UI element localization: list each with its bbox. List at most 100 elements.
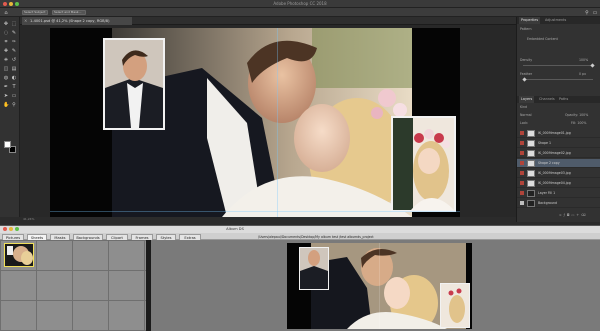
layer-visibility-icon[interactable] bbox=[520, 131, 524, 135]
groom-frame[interactable] bbox=[103, 38, 165, 130]
density-slider-knob[interactable] bbox=[590, 63, 595, 68]
layer-row[interactable]: Layer Fill 1 bbox=[517, 189, 600, 198]
feather-value[interactable]: 0 px bbox=[579, 72, 586, 76]
document-canvas[interactable] bbox=[50, 28, 460, 217]
layer-name: Shape 1 bbox=[538, 141, 552, 145]
dodge-tool-icon[interactable]: ◐ bbox=[11, 75, 17, 81]
workspace-icon[interactable]: ▭ bbox=[592, 10, 598, 16]
layer-thumbnail bbox=[527, 170, 535, 177]
tab-paths[interactable]: Paths bbox=[557, 96, 570, 103]
stamp-tool-icon[interactable]: ⎈ bbox=[3, 57, 9, 63]
lock-label: Lock: bbox=[520, 121, 529, 125]
feather-slider[interactable] bbox=[522, 77, 593, 82]
album-ds-title: Album DS bbox=[226, 227, 244, 231]
type-tool-icon[interactable]: T bbox=[11, 84, 17, 90]
document-tab[interactable]: × 1-4001.psd @ 41,2% (Shape 2 copy, RGB/… bbox=[22, 17, 132, 25]
layer-row[interactable]: Shape 2 copy bbox=[517, 159, 600, 168]
pen-tool-icon[interactable]: ✒ bbox=[3, 84, 9, 90]
shape-tool-icon[interactable]: ▭ bbox=[11, 93, 17, 99]
bride-frame-image bbox=[393, 118, 454, 210]
layer-visibility-icon[interactable] bbox=[520, 171, 524, 175]
layer-visibility-icon[interactable] bbox=[520, 191, 524, 195]
photoshop-titlebar: Adobe Photoshop CC 2018 bbox=[0, 0, 600, 8]
layer-visibility-icon[interactable] bbox=[520, 201, 524, 205]
blend-mode-select[interactable]: Normal bbox=[520, 113, 532, 117]
density-slider[interactable] bbox=[523, 63, 595, 68]
close-tab-icon[interactable]: × bbox=[24, 17, 27, 25]
trash-icon[interactable]: ⌫ bbox=[581, 213, 588, 217]
eraser-tool-icon[interactable]: ◫ bbox=[3, 66, 9, 72]
tab-channels[interactable]: Channels bbox=[537, 96, 557, 103]
properties-embedded: Embedded Content bbox=[527, 37, 558, 41]
layer-thumbnail bbox=[527, 190, 535, 197]
layer-thumbnail bbox=[527, 180, 535, 187]
layer-name: Shape 2 copy bbox=[538, 161, 560, 165]
layer-thumbnail bbox=[527, 140, 535, 147]
opacity-field[interactable]: Opacity: 100% bbox=[565, 113, 588, 117]
bride-frame[interactable] bbox=[391, 116, 456, 212]
healing-tool-icon[interactable]: ✚ bbox=[3, 48, 9, 54]
layer-visibility-icon[interactable] bbox=[520, 161, 524, 165]
album-ds-window: Album DS /Users/alepaul/Documents/Deskto… bbox=[0, 225, 600, 331]
path-select-tool-icon[interactable]: ➤ bbox=[3, 93, 9, 99]
layer-thumbnail bbox=[527, 160, 535, 167]
album-spread[interactable] bbox=[287, 243, 472, 329]
layer-name: IK_0009Image02.jpg bbox=[538, 151, 571, 155]
tab-layers[interactable]: Layers bbox=[519, 96, 535, 103]
layer-row[interactable]: Background bbox=[517, 199, 600, 208]
select-and-mask-button[interactable]: Select and Mask... bbox=[52, 10, 86, 15]
tab-properties[interactable]: Properties bbox=[519, 17, 541, 24]
sheet-thumbnail-image bbox=[5, 244, 33, 266]
kind-filter[interactable]: Kind bbox=[520, 105, 527, 109]
properties-panel-tabs: Properties Adjustments bbox=[517, 17, 600, 24]
select-subject-button[interactable]: Select Subject bbox=[22, 10, 48, 15]
layer-name: Background bbox=[538, 201, 558, 205]
layer-name: IK_0009Image03.jpg bbox=[538, 171, 571, 175]
eyedropper-tool-icon[interactable]: ✑ bbox=[11, 39, 17, 45]
guide-line bbox=[50, 211, 460, 212]
move-tool-icon[interactable]: ✥ bbox=[3, 21, 9, 27]
thumbnail-grid[interactable] bbox=[0, 240, 146, 331]
status-bar: 41,24% bbox=[20, 217, 516, 222]
sheet-preview[interactable] bbox=[151, 240, 600, 331]
hand-tool-icon[interactable]: ✋ bbox=[3, 102, 9, 108]
layer-visibility-icon[interactable] bbox=[520, 141, 524, 145]
fill-field[interactable]: Fill: 100% bbox=[571, 121, 586, 125]
gradient-tool-icon[interactable]: ▤ bbox=[11, 66, 17, 72]
foreground-color-swatch[interactable] bbox=[4, 141, 11, 148]
layer-row[interactable]: IK_0009Image04.jpg bbox=[517, 179, 600, 188]
layer-visibility-icon[interactable] bbox=[520, 151, 524, 155]
home-icon[interactable]: ⌂ bbox=[3, 10, 9, 16]
zoom-level: 41,24% bbox=[23, 217, 35, 221]
layer-name: IK_0009Image04.jpg bbox=[538, 181, 571, 185]
album-ds-titlebar: Album DS bbox=[0, 226, 600, 233]
layer-thumbnail bbox=[527, 200, 535, 207]
layer-name: IK_0009Image01.jpg bbox=[538, 131, 571, 135]
sheet-thumbnail[interactable] bbox=[4, 243, 34, 267]
search-icon[interactable]: ⚲ bbox=[584, 10, 590, 16]
layer-visibility-icon[interactable] bbox=[520, 181, 524, 185]
tab-adjustments[interactable]: Adjustments bbox=[543, 17, 568, 24]
properties-title: Pattern bbox=[520, 27, 532, 31]
project-path: /Users/alepaul/Documents/Desktop/My albu… bbox=[258, 235, 374, 239]
layers-panel-tabs: Layers Channels Paths bbox=[517, 96, 600, 103]
density-value[interactable]: 100% bbox=[579, 58, 588, 62]
marquee-tool-icon[interactable]: ⬚ bbox=[11, 21, 17, 27]
layer-thumbnail bbox=[527, 130, 535, 137]
layer-row[interactable]: IK_0009Image01.jpg bbox=[517, 129, 600, 138]
history-brush-tool-icon[interactable]: ↺ bbox=[11, 57, 17, 63]
blur-tool-icon[interactable]: ◍ bbox=[3, 75, 9, 81]
options-bar: ⌂ Select Subject Select and Mask... ⚲ ▭ bbox=[0, 8, 600, 17]
brush-tool-icon[interactable]: ✎ bbox=[11, 48, 17, 54]
zoom-tool-icon[interactable]: ⚲ bbox=[11, 102, 17, 108]
groom-frame-image bbox=[105, 40, 163, 128]
lasso-tool-icon[interactable]: ◌ bbox=[3, 30, 9, 36]
layer-row[interactable]: IK_0009Image02.jpg bbox=[517, 149, 600, 158]
canvas-area[interactable] bbox=[20, 25, 516, 217]
document-tab-bar: × 1-4001.psd @ 41,2% (Shape 2 copy, RGB/… bbox=[20, 17, 516, 25]
layer-row[interactable]: IK_0009Image03.jpg bbox=[517, 169, 600, 178]
crop-tool-icon[interactable]: ⌗ bbox=[3, 39, 9, 45]
layer-row[interactable]: Shape 1 bbox=[517, 139, 600, 148]
feather-slider-knob[interactable] bbox=[522, 77, 527, 82]
quick-select-tool-icon[interactable]: ✎ bbox=[11, 30, 17, 36]
